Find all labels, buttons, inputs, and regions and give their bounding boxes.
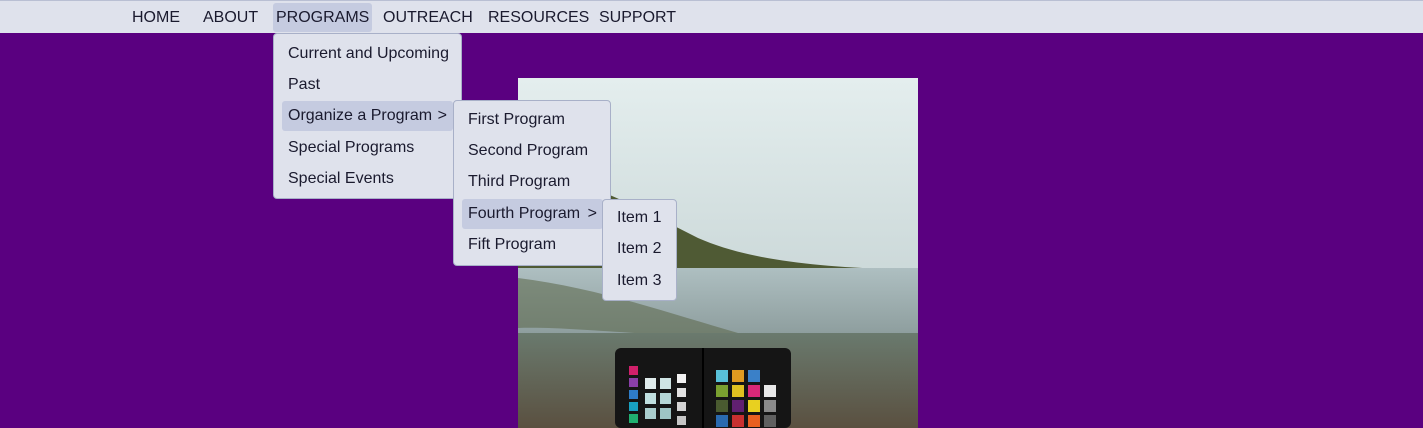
menu-item-organize-a-program[interactable]: Organize a Program > [282,101,453,131]
menu-item-item-1[interactable]: Item 1 [611,203,667,233]
menu-item-past[interactable]: Past [282,70,326,100]
nav-outreach[interactable]: OUTREACH [380,3,476,32]
nav-home[interactable]: HOME [129,3,183,32]
menu-item-third-program[interactable]: Third Program [462,167,576,197]
menu-item-item-3[interactable]: Item 3 [611,266,667,296]
menu-item-second-program[interactable]: Second Program [462,136,594,166]
nav-programs[interactable]: PROGRAMS [273,3,373,32]
menu-item-first-program[interactable]: First Program [462,105,571,135]
nav-about[interactable]: ABOUT [200,3,261,32]
menu-item-special-events[interactable]: Special Events [282,164,400,194]
chevron-right-icon: > [587,205,597,222]
organize-program-submenu: First Program Second Program Third Progr… [453,100,611,266]
menu-item-item-2[interactable]: Item 2 [611,234,667,264]
top-navbar: HOME ABOUT PROGRAMS OUTREACH RESOURCES S… [0,0,1423,33]
menu-item-label: Organize a Program [288,107,433,124]
menu-item-special-programs[interactable]: Special Programs [282,133,420,163]
nav-resources[interactable]: RESOURCES [485,3,592,32]
chevron-right-icon: > [437,107,447,124]
menu-item-fift-program[interactable]: Fift Program [462,230,562,260]
programs-dropdown: Current and Upcoming Past Organize a Pro… [273,33,462,199]
menu-item-label: Fourth Program [468,205,581,222]
nav-support[interactable]: SUPPORT [596,3,679,32]
menu-item-fourth-program[interactable]: Fourth Program > [462,199,603,229]
menu-item-current-and-upcoming[interactable]: Current and Upcoming [282,39,455,69]
fourth-program-submenu: Item 1 Item 2 Item 3 [602,199,677,301]
